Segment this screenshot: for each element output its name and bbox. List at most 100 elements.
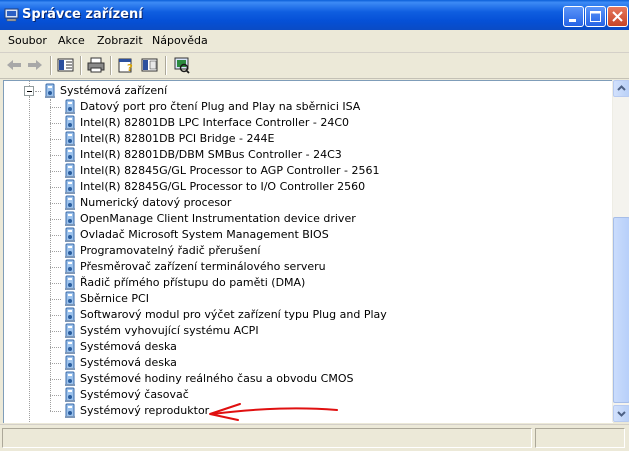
tree-connector-line bbox=[50, 203, 61, 204]
device-label: Sběrnice PCI bbox=[80, 292, 149, 305]
device-label: Systémový reproduktor bbox=[80, 404, 210, 417]
status-bar bbox=[0, 424, 629, 451]
system-device-icon bbox=[65, 147, 75, 162]
collapse-toggle[interactable] bbox=[24, 86, 34, 96]
system-device-icon bbox=[65, 355, 75, 370]
system-device-icon bbox=[65, 227, 75, 242]
device-label: Programovatelný řadič přerušení bbox=[80, 244, 261, 257]
scroll-down-button[interactable] bbox=[613, 405, 629, 422]
print-icon[interactable] bbox=[86, 56, 106, 74]
vertical-scrollbar[interactable] bbox=[612, 80, 629, 422]
device-label: Systémové hodiny reálného času a obvodu … bbox=[80, 372, 354, 385]
status-panel-right bbox=[535, 428, 625, 448]
toolbar: ? bbox=[0, 53, 629, 79]
chevron-down-icon bbox=[617, 411, 626, 417]
system-device-icon bbox=[65, 131, 75, 146]
device-label: Datový port pro čtení Plug and Play na s… bbox=[80, 100, 361, 113]
system-device-icon bbox=[65, 403, 75, 418]
tree-connector-line bbox=[50, 251, 61, 252]
device-label: Systémový časovač bbox=[80, 388, 189, 401]
tree-category-label: Systémová zařízení bbox=[60, 84, 168, 97]
device-label: Numerický datový procesor bbox=[80, 196, 232, 209]
system-device-icon bbox=[65, 323, 75, 338]
device-label: Intel(R) 82801DB/DBM SMBus Controller - … bbox=[80, 148, 342, 161]
system-device-icon bbox=[65, 259, 75, 274]
tree-connector-line bbox=[50, 411, 61, 412]
toolbar-separator bbox=[165, 56, 167, 75]
system-device-icon bbox=[45, 83, 55, 98]
system-device-icon bbox=[65, 307, 75, 322]
device-label: Softwarový modul pro výčet zařízení typu… bbox=[80, 308, 387, 321]
system-device-icon bbox=[65, 339, 75, 354]
help-icon[interactable] bbox=[140, 56, 160, 74]
tree-connector-line bbox=[50, 187, 61, 188]
system-device-icon bbox=[65, 371, 75, 386]
system-device-icon bbox=[65, 243, 75, 258]
tree-connector-line bbox=[50, 379, 61, 380]
device-label: Řadič přímého přístupu do paměti (DMA) bbox=[80, 276, 306, 289]
tree-connector-line bbox=[50, 99, 51, 411]
menu-napoveda[interactable]: Nápověda bbox=[152, 34, 208, 47]
toolbar-separator bbox=[110, 56, 112, 75]
tree-connector-line bbox=[50, 107, 61, 108]
tree-connector-line bbox=[50, 299, 61, 300]
system-device-icon bbox=[65, 115, 75, 130]
maximize-button[interactable] bbox=[585, 6, 606, 27]
system-device-icon bbox=[65, 387, 75, 402]
device-label: Systémová deska bbox=[80, 340, 177, 353]
device-label: Intel(R) 82845G/GL Processor to AGP Cont… bbox=[80, 164, 380, 177]
device-label: Intel(R) 82845G/GL Processor to I/O Cont… bbox=[80, 180, 366, 193]
tree-connector-line bbox=[50, 235, 61, 236]
tree-connector-line bbox=[50, 171, 61, 172]
svg-text:?: ? bbox=[127, 63, 133, 74]
device-label: Intel(R) 82801DB LPC Interface Controlle… bbox=[80, 116, 350, 129]
system-device-icon bbox=[65, 179, 75, 194]
back-icon[interactable] bbox=[4, 56, 24, 74]
close-icon bbox=[612, 11, 623, 22]
close-button[interactable] bbox=[607, 6, 628, 27]
window-title: Správce zařízení bbox=[22, 7, 143, 22]
title-bar[interactable]: Správce zařízení bbox=[0, 0, 629, 30]
menu-akce[interactable]: Akce bbox=[58, 34, 85, 47]
menu-zobrazit[interactable]: Zobrazit bbox=[97, 34, 143, 47]
device-label: Systém vyhovující systému ACPI bbox=[80, 324, 259, 337]
minimize-icon bbox=[569, 19, 576, 22]
tree-connector-line bbox=[50, 267, 61, 268]
system-device-icon bbox=[65, 275, 75, 290]
properties-icon[interactable]: ? bbox=[116, 56, 136, 74]
device-label: Přesměrovač zařízení terminálového serve… bbox=[80, 260, 326, 273]
system-device-icon bbox=[65, 211, 75, 226]
show-hide-console-tree-icon[interactable] bbox=[56, 56, 76, 74]
tree-connector-line bbox=[50, 315, 61, 316]
menu-soubor[interactable]: Soubor bbox=[8, 34, 47, 47]
toolbar-separator bbox=[50, 56, 52, 75]
device-label: Intel(R) 82801DB PCI Bridge - 244E bbox=[80, 132, 275, 145]
system-device-icon bbox=[65, 195, 75, 210]
system-device-icon bbox=[65, 291, 75, 306]
toolbar-separator bbox=[80, 56, 82, 75]
system-device-icon bbox=[65, 99, 75, 114]
forward-icon[interactable] bbox=[25, 56, 45, 74]
scroll-up-button[interactable] bbox=[613, 80, 629, 97]
tree-connector-line bbox=[50, 155, 61, 156]
tree-connector-line bbox=[50, 219, 61, 220]
minimize-button[interactable] bbox=[563, 6, 584, 27]
tree-connector-line bbox=[50, 363, 61, 364]
scroll-thumb[interactable] bbox=[613, 217, 629, 403]
chevron-up-icon bbox=[617, 85, 626, 91]
tree-connector-line bbox=[50, 331, 61, 332]
scan-hardware-icon[interactable] bbox=[172, 56, 192, 74]
menu-bar: Soubor Akce Zobrazit Nápověda bbox=[0, 30, 629, 53]
device-tree-panel[interactable]: Systémová zařízení Datový port pro čtení … bbox=[3, 80, 613, 423]
system-device-icon bbox=[65, 163, 75, 178]
device-label: Systémová deska bbox=[80, 356, 177, 369]
tree-connector-line bbox=[29, 96, 30, 423]
tree-connector-line bbox=[50, 283, 61, 284]
tree-connector-line bbox=[29, 81, 30, 86]
device-label: OpenManage Client Instrumentation device… bbox=[80, 212, 356, 225]
tree-connector-line bbox=[50, 123, 61, 124]
maximize-icon bbox=[590, 11, 601, 22]
device-label: Ovladač Microsoft System Management BIOS bbox=[80, 228, 329, 241]
device-manager-icon bbox=[4, 8, 19, 22]
status-panel bbox=[2, 428, 532, 448]
